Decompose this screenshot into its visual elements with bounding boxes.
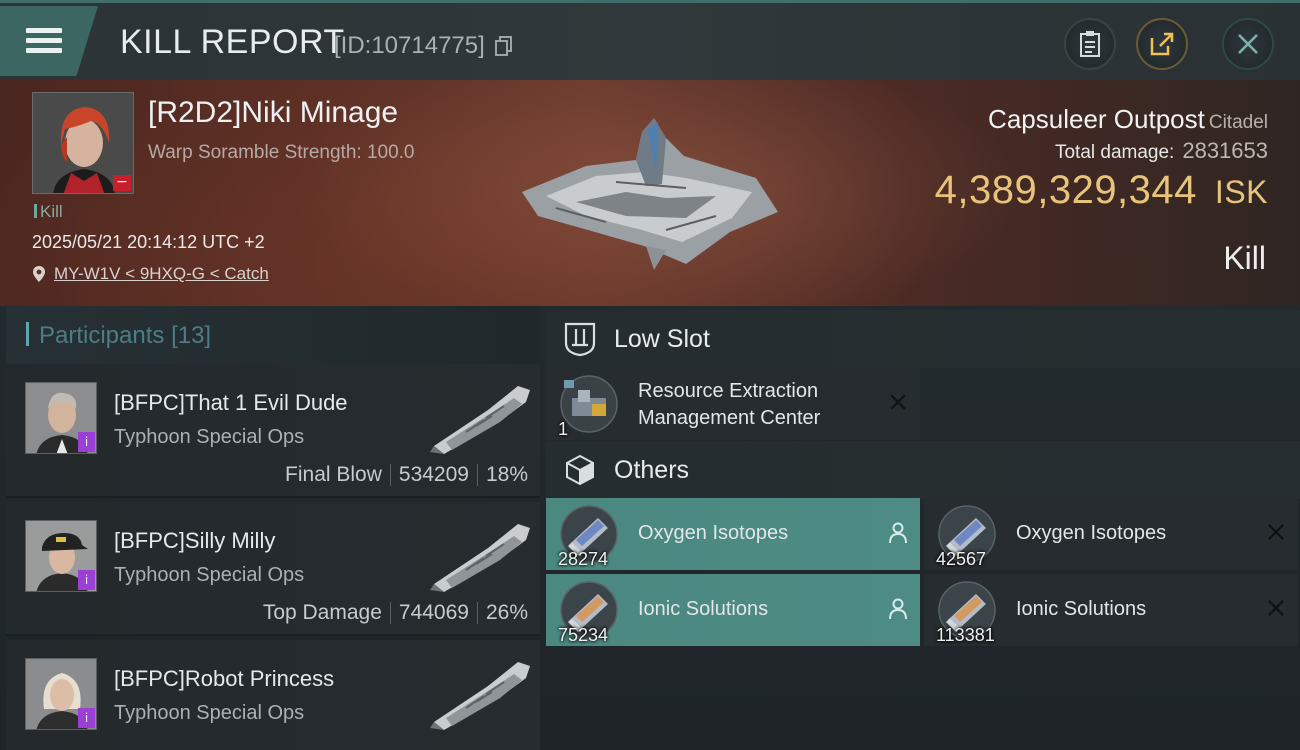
participant-role: Final Blow [285, 463, 382, 486]
module-tile[interactable]: 1 Resource Extraction Management Center [546, 368, 920, 440]
module-name-line-2: Management Center [638, 407, 821, 429]
destroyed-icon [890, 394, 906, 410]
copy-icon[interactable] [495, 36, 513, 56]
dropped-person-icon [889, 522, 907, 544]
kill-tag: Kill [34, 202, 63, 222]
location-link[interactable]: MY-W1V < 9HXQ-G < Catch [54, 264, 269, 284]
participant-percent: 18% [485, 463, 528, 486]
item-name: Oxygen Isotopes [1016, 522, 1167, 544]
cube-icon [546, 441, 614, 499]
destroyed-icon [1268, 524, 1284, 540]
info-badge: i [78, 708, 95, 728]
module-name: Resource Extraction Management Center [638, 378, 820, 432]
warp-scramble-strength: Warp Soramble Strength: 100.0 [148, 142, 415, 163]
header-bar: KILL REPORT [ID:10714775] [0, 0, 1300, 80]
participant-row[interactable]: i [BFPC]Silly Milly Typhoon Special Ops … [6, 502, 540, 636]
participant-damage: 744069 [398, 601, 469, 624]
participant-row[interactable]: i [BFPC]That 1 Evil Dude Typhoon Special… [6, 364, 540, 498]
cargo-tile[interactable]: 113381 Ionic Solutions [924, 574, 1298, 646]
avatar[interactable]: i [25, 520, 97, 592]
cargo-tile[interactable]: 75234 Ionic Solutions [546, 574, 920, 646]
kill-id: [ID:10714775] [334, 32, 485, 59]
info-badge: i [78, 432, 95, 452]
ship-image[interactable] [426, 376, 536, 456]
participant-stats: Top Damage 744069 26% [263, 601, 528, 625]
participant-ship: Typhoon Special Ops [114, 702, 305, 724]
isk-amount: 4,389,329,344 [934, 168, 1197, 212]
share-icon [1150, 32, 1174, 56]
dropped-person-icon [889, 598, 907, 620]
avatar[interactable]: i [25, 382, 97, 454]
isk-value: 4,389,329,344 ISK [935, 168, 1268, 213]
cargo-tile[interactable]: 42567 Oxygen Isotopes [924, 498, 1298, 570]
page-title: KILL REPORT [120, 23, 345, 61]
victim-name[interactable]: [R2D2]Niki Minage [148, 96, 398, 130]
participants-count: [13] [171, 322, 212, 349]
info-badge: i [78, 570, 95, 590]
remove-badge: − [113, 175, 131, 191]
cargo-tile[interactable]: 28274 Oxygen Isotopes [546, 498, 920, 570]
participants-header: Participants [13] [6, 306, 540, 364]
item-quantity: 113381 [936, 625, 995, 645]
clipboard-icon [1080, 31, 1100, 57]
menu-button[interactable] [0, 6, 98, 76]
victim-banner: − [R2D2]Niki Minage Warp Soramble Streng… [0, 80, 1300, 306]
target-name-label: Capsuleer Outpost [988, 104, 1205, 134]
total-damage: Total damage: 2831653 [1055, 138, 1268, 164]
item-quantity: 75234 [558, 625, 609, 645]
module-quantity: 1 [558, 419, 569, 439]
target-class: Citadel [1208, 112, 1268, 133]
close-icon [1238, 34, 1258, 54]
close-button[interactable] [1222, 18, 1274, 70]
ship-image[interactable] [426, 514, 536, 594]
total-damage-value: 2831653 [1182, 138, 1268, 163]
ship-image[interactable] [426, 652, 536, 732]
destroyed-icon [1268, 600, 1284, 616]
item-name: Ionic Solutions [1016, 598, 1147, 620]
participant-percent: 26% [485, 601, 528, 624]
share-button[interactable] [1136, 18, 1188, 70]
victim-avatar[interactable]: − [32, 92, 134, 194]
kill-location: MY-W1V < 9HXQ-G < Catch [32, 264, 269, 284]
target-name: Capsuleer Outpost Citadel [988, 104, 1268, 135]
isk-unit: ISK [1214, 174, 1268, 210]
item-quantity: 28274 [558, 549, 609, 569]
location-pin-icon [33, 266, 45, 282]
kill-report-window: KILL REPORT [ID:10714775] − [R2D2]Niki M… [0, 0, 1300, 750]
participants-title: Participants [39, 322, 165, 349]
participants-panel[interactable]: Participants [13] i [BFPC]That 1 Evil Du… [6, 306, 540, 750]
module-name-line-1: Resource Extraction [638, 380, 819, 402]
participant-ship: Typhoon Special Ops [114, 564, 305, 586]
kill-tag-label: Kill [40, 202, 63, 221]
item-name: Ionic Solutions [638, 598, 769, 620]
participant-row[interactable]: i [BFPC]Robot Princess Typhoon Special O… [6, 640, 540, 750]
kill-datetime: 2025/05/21 20:14:12 UTC +2 [32, 232, 265, 252]
low-slot-header: Low Slot [546, 310, 1300, 368]
item-quantity: 42567 [936, 549, 987, 569]
avatar[interactable]: i [25, 658, 97, 730]
participant-name[interactable]: [BFPC]That 1 Evil Dude [114, 390, 348, 416]
participant-damage: 534209 [398, 463, 469, 486]
hamburger-icon [26, 28, 62, 54]
participant-ship: Typhoon Special Ops [114, 426, 305, 448]
clipboard-button[interactable] [1064, 18, 1116, 70]
result-label: Kill [1223, 240, 1266, 276]
citadel-structure-image [522, 118, 778, 270]
participant-name[interactable]: [BFPC]Robot Princess [114, 666, 334, 692]
participant-role: Top Damage [262, 601, 382, 624]
low-slot-title: Low Slot [614, 324, 710, 353]
others-header: Others [546, 441, 1300, 499]
participant-name[interactable]: [BFPC]Silly Milly [114, 528, 275, 554]
low-slot-icon [546, 310, 614, 368]
others-title: Others [614, 455, 690, 484]
item-name: Oxygen Isotopes [638, 522, 789, 544]
participant-stats: Final Blow 534209 18% [285, 463, 528, 487]
total-damage-label: Total damage: [1054, 142, 1175, 163]
